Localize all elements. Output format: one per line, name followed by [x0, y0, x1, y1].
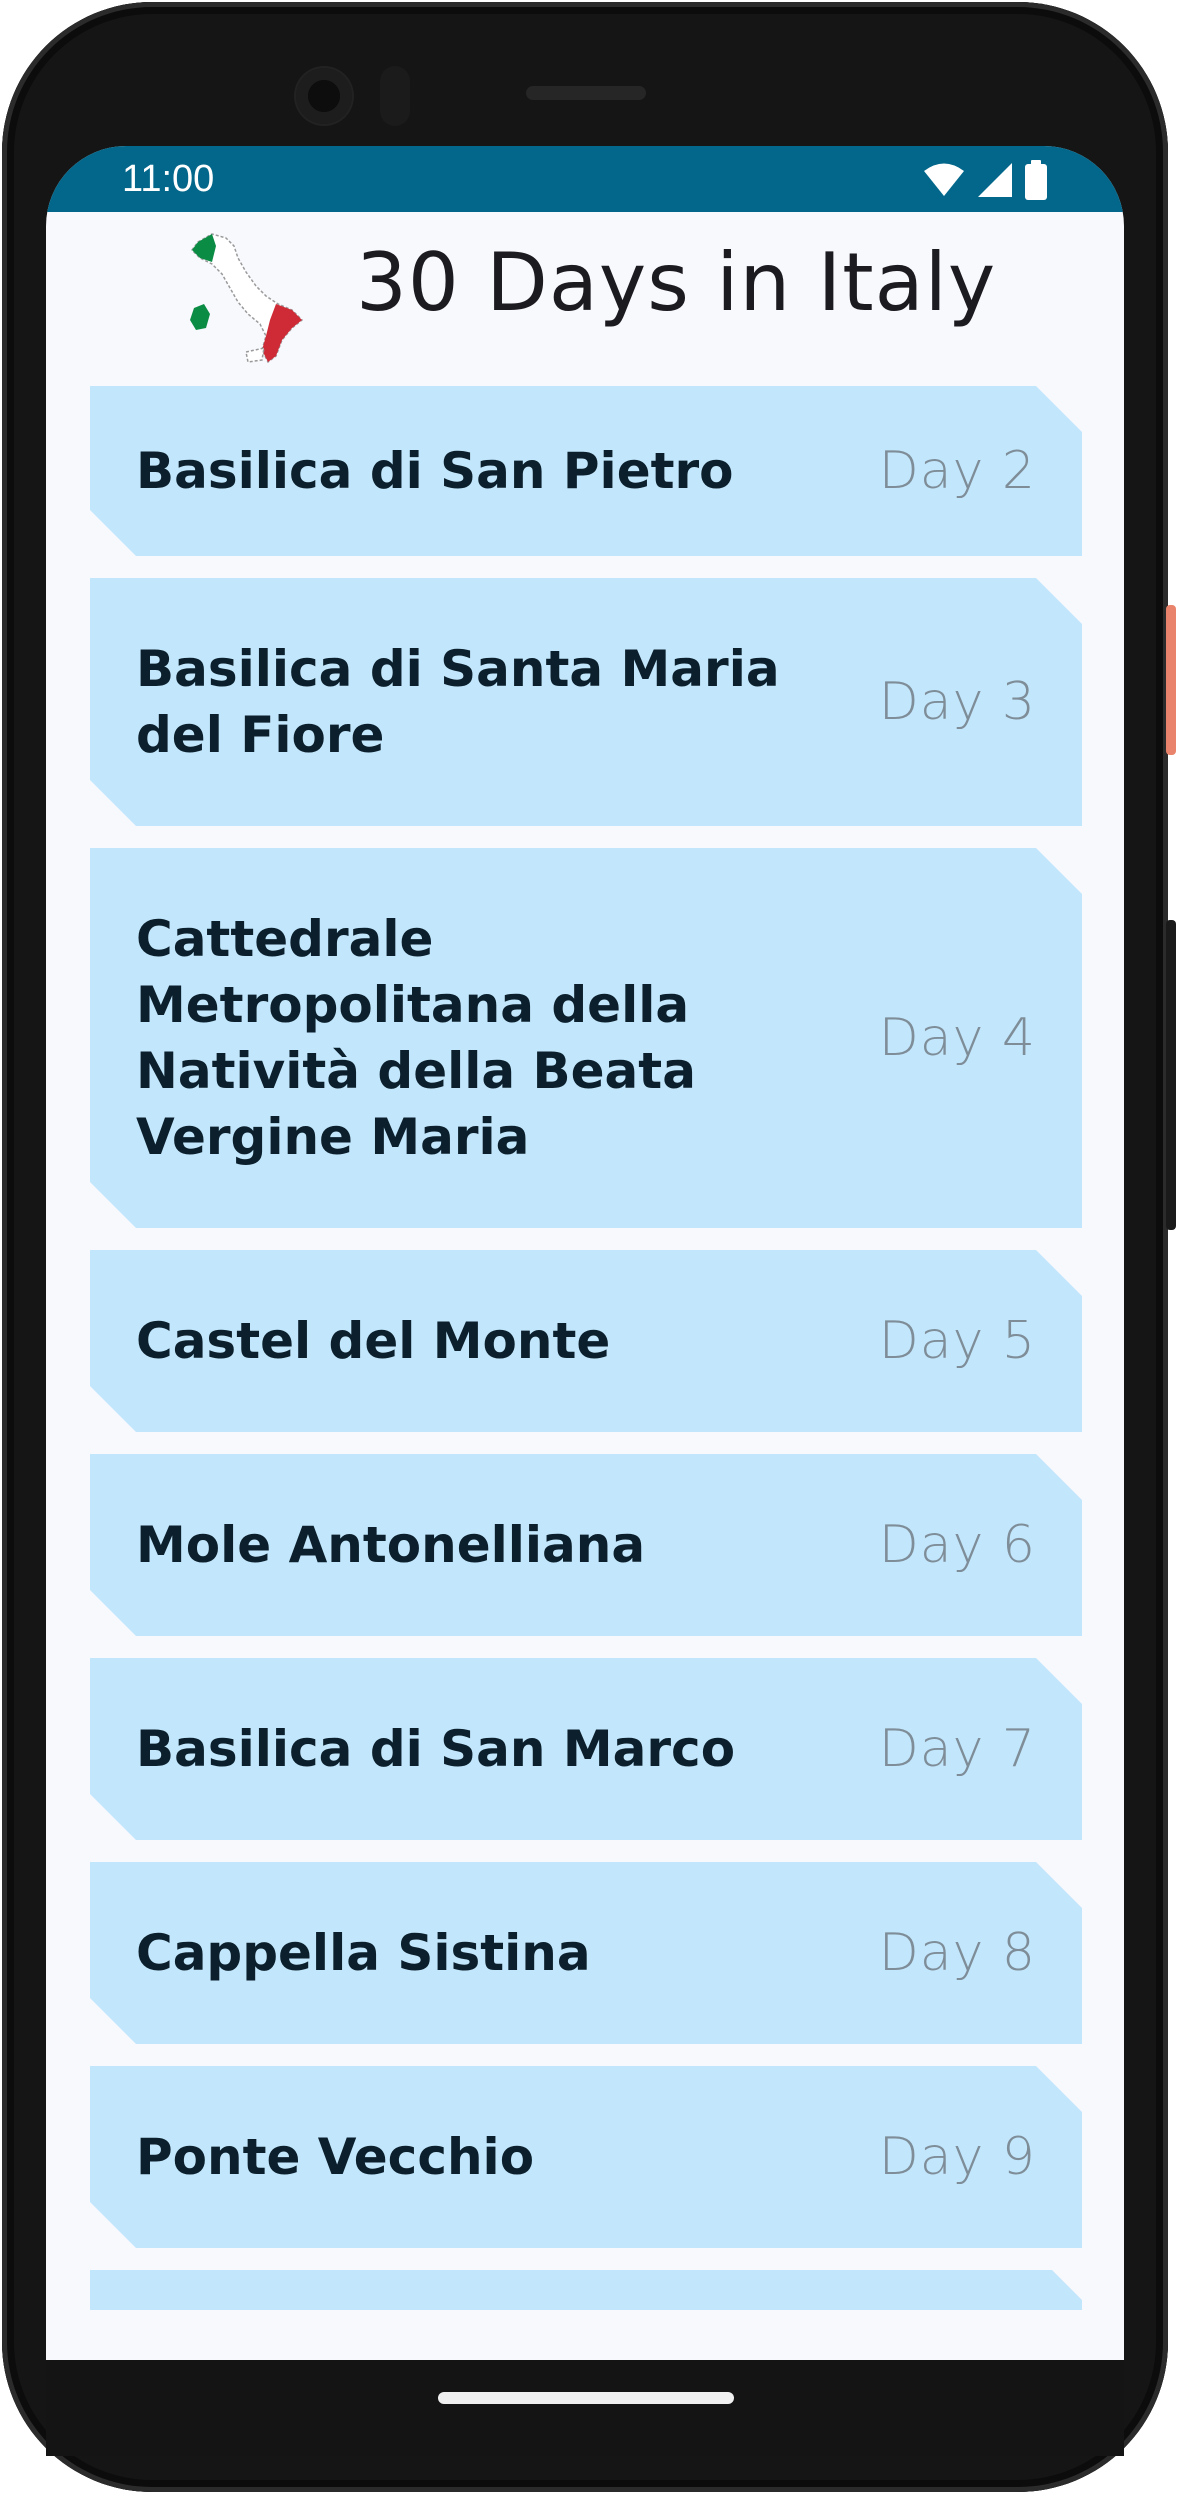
cellular-signal-icon	[976, 161, 1014, 199]
volume-button	[1166, 920, 1176, 1230]
destination-card-partial[interactable]	[90, 2270, 1082, 2310]
app-header: 30 Days in Italy	[46, 212, 1124, 372]
wifi-icon	[922, 162, 966, 198]
screen: 11:00 30 Days in Italy Basilica di San P…	[46, 146, 1124, 2360]
destination-title: Cappella Sistina	[136, 1924, 591, 1982]
destination-title: Basilica di Santa Maria del Fiore	[136, 640, 780, 764]
front-camera	[296, 68, 352, 124]
destination-day: Day 2	[878, 441, 1036, 501]
destination-day: Day 8	[878, 1923, 1036, 1983]
destination-card-day-9[interactable]: Ponte Vecchio Day 9	[90, 2066, 1082, 2248]
destination-day: Day 3	[878, 672, 1036, 732]
destination-day: Day 6	[878, 1515, 1036, 1575]
destination-title: Ponte Vecchio	[136, 2128, 535, 2186]
destination-title: Basilica di San Pietro	[136, 442, 734, 500]
battery-icon	[1024, 160, 1048, 200]
italy-map-flag-icon	[182, 224, 312, 366]
proximity-sensor	[380, 66, 410, 126]
page-title: 30 Days in Italy	[356, 236, 997, 329]
destination-list[interactable]: Basilica di San Pietro Day 2 Basilica di…	[90, 386, 1082, 2332]
destination-card-day-8[interactable]: Cappella Sistina Day 8	[90, 1862, 1082, 2044]
destination-title: Cattedrale Metropolitana della Natività …	[136, 910, 696, 1166]
destination-card-day-4[interactable]: Cattedrale Metropolitana della Natività …	[90, 848, 1082, 1228]
navigation-bar	[46, 2360, 1124, 2456]
status-time: 11:00	[122, 158, 215, 200]
destination-day: Day 4	[878, 1008, 1036, 1068]
power-button	[1166, 605, 1176, 755]
destination-title: Castel del Monte	[136, 1312, 611, 1370]
destination-day: Day 5	[878, 1311, 1036, 1371]
earpiece-speaker	[526, 86, 646, 100]
status-icons	[922, 158, 1048, 202]
destination-title: Mole Antonelliana	[136, 1516, 646, 1574]
destination-day: Day 7	[878, 1719, 1036, 1779]
destination-day: Day 9	[878, 2127, 1036, 2187]
destination-card-day-6[interactable]: Mole Antonelliana Day 6	[90, 1454, 1082, 1636]
destination-card-day-3[interactable]: Basilica di Santa Maria del Fiore Day 3	[90, 578, 1082, 826]
destination-card-day-7[interactable]: Basilica di San Marco Day 7	[90, 1658, 1082, 1840]
destination-card-day-5[interactable]: Castel del Monte Day 5	[90, 1250, 1082, 1432]
destination-title: Basilica di San Marco	[136, 1720, 736, 1778]
home-indicator[interactable]	[438, 2392, 734, 2404]
destination-card-day-2[interactable]: Basilica di San Pietro Day 2	[90, 386, 1082, 556]
status-bar: 11:00	[46, 146, 1124, 212]
